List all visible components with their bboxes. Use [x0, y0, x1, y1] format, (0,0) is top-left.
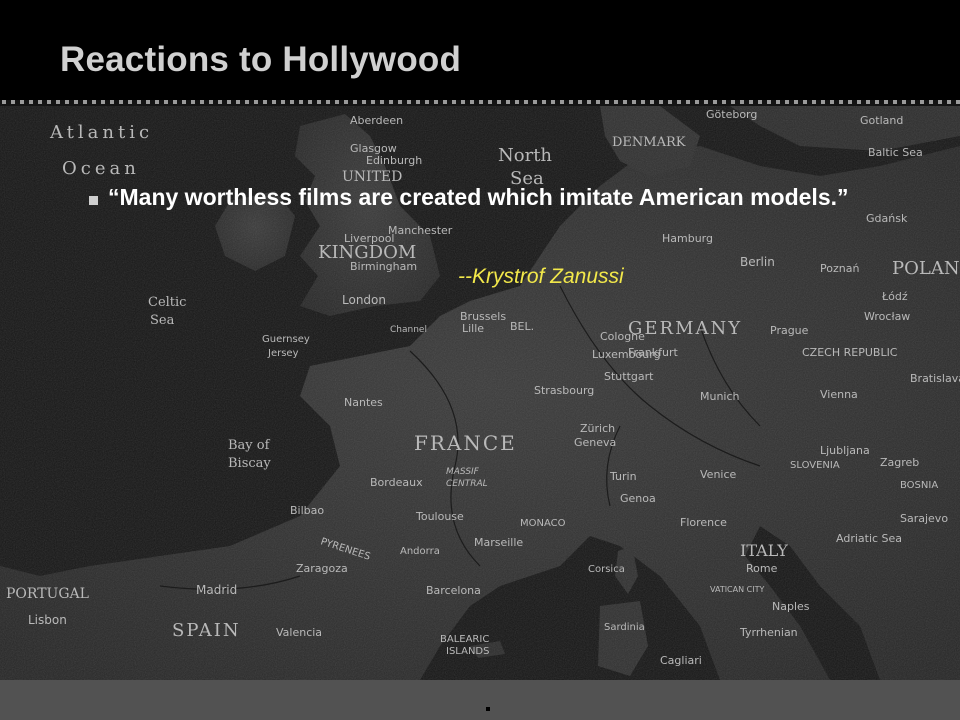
svg-text:VATICAN CITY: VATICAN CITY: [710, 585, 764, 594]
svg-text:MASSIF: MASSIF: [446, 467, 480, 477]
svg-text:Naples: Naples: [772, 600, 810, 613]
quote-text: “Many worthless films are created which …: [108, 184, 849, 210]
svg-text:Birmingham: Birmingham: [350, 260, 417, 273]
svg-text:Liverpool: Liverpool: [344, 232, 394, 245]
svg-text:Göteborg: Göteborg: [706, 108, 757, 121]
svg-text:Sarajevo: Sarajevo: [900, 512, 948, 525]
svg-text:Edinburgh: Edinburgh: [366, 154, 422, 167]
svg-text:Lisbon: Lisbon: [28, 613, 67, 627]
footer-dot: [486, 707, 490, 711]
svg-text:ISLANDS: ISLANDS: [446, 646, 489, 657]
svg-text:Barcelona: Barcelona: [426, 584, 481, 597]
svg-text:Rome: Rome: [746, 562, 778, 575]
dotted-divider: [2, 100, 960, 104]
svg-text:Toulouse: Toulouse: [415, 510, 464, 523]
svg-text:SPAIN: SPAIN: [172, 620, 241, 641]
svg-text:Bratislava: Bratislava: [910, 372, 960, 385]
svg-text:Corsica: Corsica: [588, 564, 625, 575]
svg-text:Łódź: Łódź: [881, 290, 908, 303]
svg-text:Poznań: Poznań: [820, 262, 859, 275]
svg-text:Stuttgart: Stuttgart: [604, 370, 654, 383]
svg-text:Zürich: Zürich: [580, 422, 615, 435]
svg-text:Zaragoza: Zaragoza: [296, 562, 348, 575]
slide: Atlantic Ocean North Sea Aberdeen Glasgo…: [0, 0, 960, 720]
bullet-marker: [89, 196, 98, 205]
svg-text:Sea: Sea: [150, 313, 175, 328]
svg-text:Sardinia: Sardinia: [604, 622, 645, 633]
svg-text:Hamburg: Hamburg: [662, 232, 713, 245]
svg-text:Venice: Venice: [700, 468, 737, 481]
svg-text:Munich: Munich: [700, 390, 740, 403]
svg-text:Guernsey: Guernsey: [262, 334, 310, 345]
svg-text:SLOVENIA: SLOVENIA: [790, 460, 840, 471]
svg-text:London: London: [342, 293, 386, 307]
svg-text:Vienna: Vienna: [820, 388, 858, 401]
svg-text:Channel: Channel: [390, 325, 427, 335]
svg-text:Ocean: Ocean: [62, 158, 140, 179]
svg-text:Berlin: Berlin: [740, 255, 775, 269]
svg-text:Strasbourg: Strasbourg: [534, 384, 594, 397]
footer-bar: [0, 680, 960, 720]
svg-text:BOSNIA: BOSNIA: [900, 480, 938, 491]
svg-text:Gdańsk: Gdańsk: [866, 212, 908, 225]
svg-text:ITALY: ITALY: [740, 541, 788, 560]
svg-text:Adriatic Sea: Adriatic Sea: [836, 532, 902, 545]
svg-text:Zagreb: Zagreb: [880, 456, 919, 469]
svg-text:Tyrrhenian: Tyrrhenian: [739, 626, 798, 639]
svg-text:BALEARIC: BALEARIC: [440, 634, 489, 645]
svg-text:BEL.: BEL.: [510, 320, 534, 333]
svg-text:POLAND: POLAND: [892, 258, 960, 279]
quote-attribution: --Krystrof Zanussi: [458, 265, 624, 288]
svg-text:Biscay: Biscay: [228, 456, 271, 471]
svg-text:Prague: Prague: [770, 324, 809, 337]
svg-text:Nantes: Nantes: [344, 396, 383, 409]
svg-text:Genoa: Genoa: [620, 492, 656, 505]
svg-text:Celtic: Celtic: [148, 295, 186, 310]
svg-text:Gotland: Gotland: [860, 114, 903, 127]
svg-text:Atlantic: Atlantic: [49, 122, 153, 143]
svg-text:CZECH REPUBLIC: CZECH REPUBLIC: [802, 346, 898, 359]
svg-text:Bordeaux: Bordeaux: [370, 476, 423, 489]
svg-text:Marseille: Marseille: [474, 536, 523, 549]
svg-text:Luxembourg: Luxembourg: [592, 348, 661, 361]
svg-text:Manchester: Manchester: [388, 224, 453, 237]
svg-text:CENTRAL: CENTRAL: [446, 479, 488, 489]
svg-text:Turin: Turin: [609, 470, 637, 483]
svg-text:Bilbao: Bilbao: [290, 504, 324, 517]
svg-text:GERMANY: GERMANY: [628, 318, 742, 339]
svg-text:Geneva: Geneva: [574, 436, 616, 449]
svg-text:MONACO: MONACO: [520, 518, 566, 529]
svg-text:Andorra: Andorra: [400, 546, 440, 557]
svg-text:Valencia: Valencia: [276, 626, 322, 639]
svg-text:PORTUGAL: PORTUGAL: [6, 586, 89, 602]
svg-text:Cagliari: Cagliari: [660, 654, 702, 667]
svg-text:Florence: Florence: [680, 516, 727, 529]
svg-text:Jersey: Jersey: [267, 348, 299, 359]
svg-text:North: North: [498, 145, 552, 166]
svg-text:Madrid: Madrid: [196, 583, 237, 597]
slide-title: Reactions to Hollywood: [60, 40, 462, 79]
svg-text:DENMARK: DENMARK: [612, 135, 686, 150]
svg-text:Wrocław: Wrocław: [864, 310, 910, 323]
svg-text:Lille: Lille: [462, 322, 484, 335]
svg-text:FRANCE: FRANCE: [414, 431, 517, 455]
svg-text:Aberdeen: Aberdeen: [350, 114, 403, 127]
svg-text:Baltic Sea: Baltic Sea: [868, 146, 923, 159]
svg-text:Bay of: Bay of: [228, 438, 271, 453]
svg-text:Ljubljana: Ljubljana: [820, 444, 870, 457]
